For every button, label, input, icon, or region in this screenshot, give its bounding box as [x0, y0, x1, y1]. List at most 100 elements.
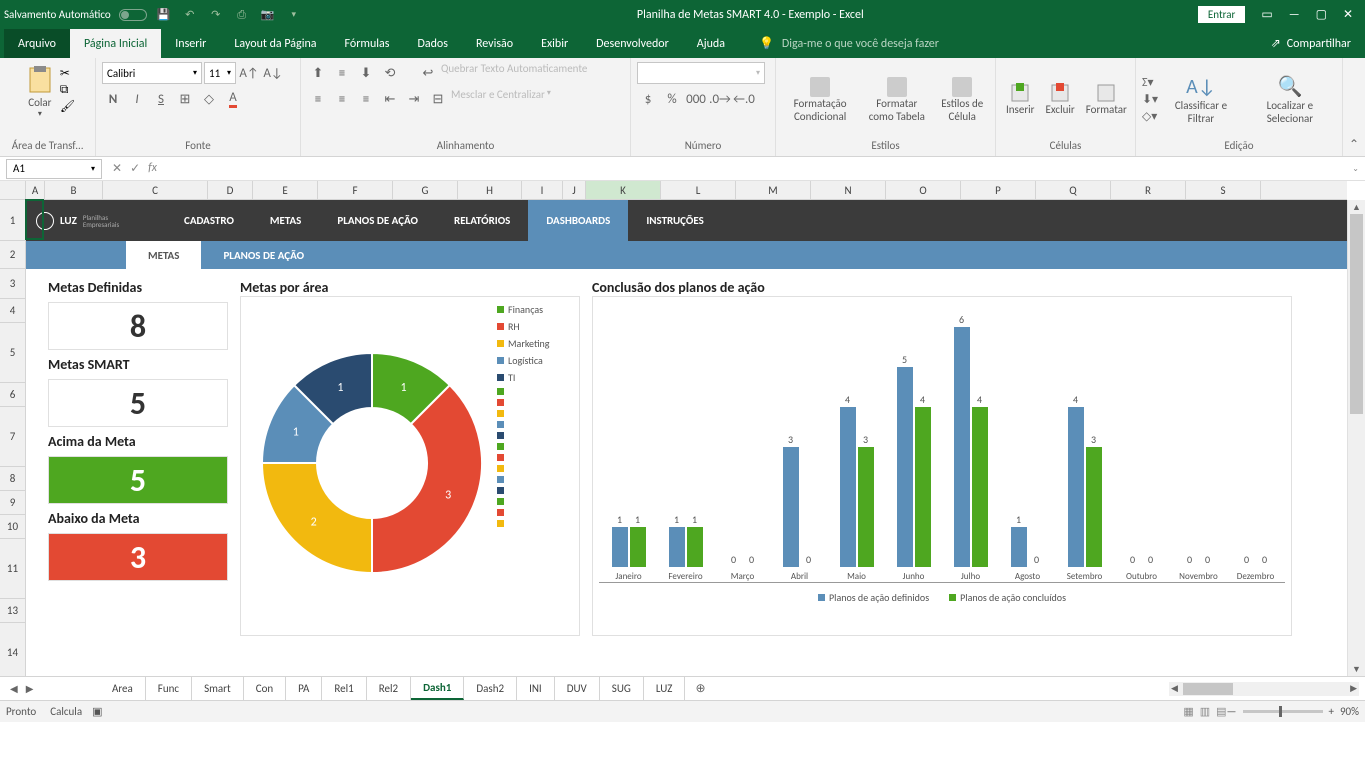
horizontal-scrollbar[interactable]: ◀▶ — [715, 682, 1365, 696]
align-center-icon[interactable]: ≡ — [331, 88, 353, 110]
indent-dec-icon[interactable]: ⇤ — [379, 88, 401, 110]
decrease-font-icon[interactable]: A↓ — [262, 62, 284, 84]
italic-icon[interactable]: I — [126, 88, 148, 110]
format-table-button[interactable]: Formatar como Tabela — [861, 75, 932, 125]
row-header-14[interactable]: 14 — [0, 623, 25, 676]
tell-me-search[interactable]: 💡 Diga-me o que você deseja fazer — [739, 29, 1257, 58]
col-header-N[interactable]: N — [811, 181, 886, 199]
view-page-layout-icon[interactable]: ▥ — [1200, 705, 1210, 718]
format-cells-button[interactable]: Formatar — [1082, 81, 1131, 118]
row-header-5[interactable]: 5 — [0, 323, 25, 383]
maximize-icon[interactable]: ▢ — [1316, 7, 1327, 22]
align-left-icon[interactable]: ≡ — [307, 88, 329, 110]
row-headers[interactable]: 1234567891011131415 — [0, 200, 26, 676]
nav-cadastro[interactable]: CADASTRO — [166, 200, 252, 241]
align-bottom-icon[interactable]: ⬇ — [355, 62, 377, 84]
vertical-scrollbar[interactable]: ▲ ▼ — [1347, 200, 1365, 676]
print-icon[interactable]: ⎙ — [233, 6, 251, 24]
align-top-icon[interactable]: ⬆ — [307, 62, 329, 84]
formula-input[interactable] — [167, 159, 1346, 179]
qat-dropdown-icon[interactable]: ▾ — [285, 6, 303, 24]
col-header-M[interactable]: M — [736, 181, 811, 199]
underline-icon[interactable]: S — [150, 88, 172, 110]
col-header-P[interactable]: P — [961, 181, 1036, 199]
conditional-format-button[interactable]: Formatação Condicional — [782, 75, 858, 125]
row-header-9[interactable]: 9 — [0, 491, 25, 515]
sheet-tab-Rel1[interactable]: Rel1 — [322, 677, 366, 700]
number-format-select[interactable]: ▾ — [637, 62, 765, 84]
select-all-triangle[interactable] — [0, 181, 26, 200]
sheet-tab-LUZ[interactable]: LUZ — [644, 677, 686, 700]
nav-instrucoes[interactable]: INSTRUÇÕES — [628, 200, 721, 241]
nav-planos[interactable]: PLANOS DE AÇÃO — [319, 200, 436, 241]
indent-inc-icon[interactable]: ⇥ — [403, 88, 425, 110]
row-header-8[interactable]: 8 — [0, 467, 25, 491]
share-button[interactable]: ⇗ Compartilhar — [1257, 29, 1365, 58]
sort-filter-button[interactable]: A↓Classificar e Filtrar — [1161, 73, 1241, 127]
col-header-R[interactable]: R — [1111, 181, 1186, 199]
percent-icon[interactable]: % — [661, 88, 683, 110]
scroll-up-icon[interactable]: ▲ — [1348, 200, 1365, 214]
increase-font-icon[interactable]: A↑ — [238, 62, 260, 84]
col-header-J[interactable]: J — [563, 181, 586, 199]
spreadsheet-grid[interactable]: ABCDEFGHIJKLMNOPQRS 1234567891011131415 … — [0, 181, 1365, 676]
copy-icon[interactable]: ⧉ — [60, 83, 75, 97]
col-header-S[interactable]: S — [1186, 181, 1261, 199]
sheet-tab-Con[interactable]: Con — [244, 677, 286, 700]
currency-icon[interactable]: $ — [637, 88, 659, 110]
row-header-4[interactable]: 4 — [0, 299, 25, 323]
zoom-slider[interactable] — [1243, 710, 1323, 713]
row-header-10[interactable]: 10 — [0, 515, 25, 539]
undo-icon[interactable]: ↶ — [181, 6, 199, 24]
nav-dashboards[interactable]: DASHBOARDS — [528, 200, 628, 241]
expand-formula-icon[interactable]: ⌄ — [1346, 164, 1365, 174]
scroll-thumb[interactable] — [1350, 214, 1363, 414]
sheet-tab-Rel2[interactable]: Rel2 — [367, 677, 411, 700]
align-right-icon[interactable]: ≡ — [355, 88, 377, 110]
collapse-ribbon-icon[interactable]: ⌃ — [1343, 58, 1365, 156]
font-color-icon[interactable]: A — [222, 88, 244, 110]
col-header-E[interactable]: E — [253, 181, 318, 199]
col-header-D[interactable]: D — [208, 181, 253, 199]
sheet-tab-Dash2[interactable]: Dash2 — [464, 677, 517, 700]
find-select-button[interactable]: 🔍Localizar e Selecionar — [1244, 72, 1336, 127]
sheet-tab-PA[interactable]: PA — [286, 677, 322, 700]
tab-view[interactable]: Exibir — [527, 29, 582, 58]
row-header-13[interactable]: 13 — [0, 599, 25, 623]
tab-nav-next-icon[interactable]: ▶ — [26, 682, 34, 695]
col-header-C[interactable]: C — [103, 181, 208, 199]
nav-relatorios[interactable]: RELATÓRIOS — [436, 200, 528, 241]
camera-icon[interactable]: 📷 — [259, 6, 277, 24]
autosum-icon[interactable]: Σ▾ — [1142, 75, 1158, 90]
view-page-break-icon[interactable]: ▤ — [1216, 705, 1226, 718]
row-header-11[interactable]: 11 — [0, 539, 25, 599]
merge-icon[interactable]: ⊟ — [427, 88, 449, 110]
tab-insert[interactable]: Inserir — [161, 29, 220, 58]
tab-nav-prev-icon[interactable]: ◀ — [10, 682, 18, 695]
col-header-K[interactable]: K — [586, 181, 661, 199]
scroll-down-icon[interactable]: ▼ — [1348, 662, 1365, 676]
insert-cells-button[interactable]: Inserir — [1002, 81, 1039, 118]
col-header-G[interactable]: G — [393, 181, 458, 199]
minimize-icon[interactable]: — — [1289, 8, 1300, 22]
inc-decimal-icon[interactable]: .0→ — [709, 88, 731, 110]
subnav-planos[interactable]: PLANOS DE AÇÃO — [201, 241, 326, 269]
tab-developer[interactable]: Desenvolvedor — [582, 29, 683, 58]
accept-formula-icon[interactable]: ✓ — [130, 161, 140, 176]
bold-icon[interactable]: N — [102, 88, 124, 110]
cancel-formula-icon[interactable]: ✕ — [112, 161, 122, 176]
zoom-in-icon[interactable]: + — [1329, 705, 1334, 718]
add-sheet-button[interactable]: ⊕ — [685, 677, 715, 700]
row-header-6[interactable]: 6 — [0, 383, 25, 407]
name-box[interactable]: A1▾ — [6, 159, 102, 179]
close-icon[interactable]: ✕ — [1343, 7, 1353, 22]
col-header-I[interactable]: I — [522, 181, 563, 199]
sheet-tab-SUG[interactable]: SUG — [600, 677, 644, 700]
tab-home[interactable]: Página Inicial — [70, 29, 161, 58]
save-icon[interactable]: 💾 — [155, 6, 173, 24]
redo-icon[interactable]: ↷ — [207, 6, 225, 24]
col-header-Q[interactable]: Q — [1036, 181, 1111, 199]
tab-layout[interactable]: Layout da Página — [220, 29, 330, 58]
wrap-text-icon[interactable]: ↩ — [417, 62, 439, 84]
tab-file[interactable]: Arquivo — [4, 29, 70, 58]
